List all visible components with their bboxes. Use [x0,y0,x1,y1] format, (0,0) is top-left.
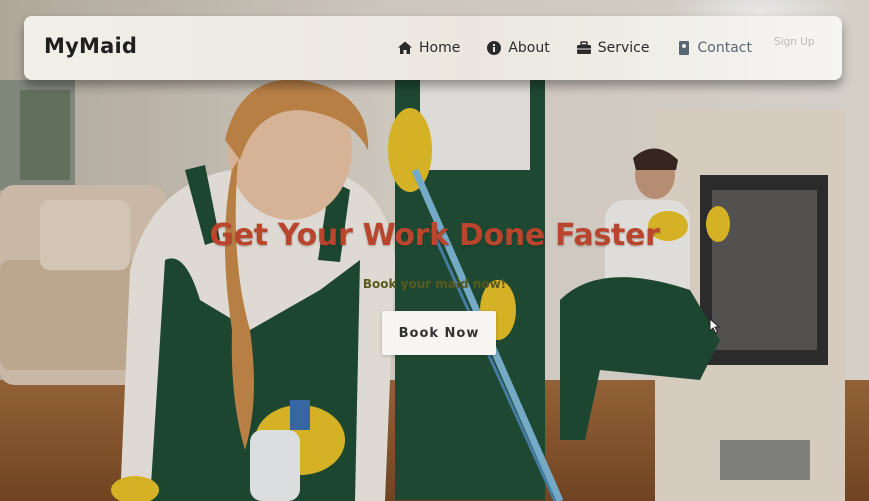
info-icon [486,40,502,56]
hero-subtitle: Book your maid now! [362,277,507,291]
hero-title: Get Your Work Done Faster [209,218,660,253]
brand-logo[interactable]: MyMaid [44,34,137,58]
mouse-pointer-icon [709,317,721,338]
navbar: MyMaid Home About Service Contact Sign U… [24,16,842,80]
nav-service[interactable]: Service [576,40,650,56]
home-icon [397,40,413,56]
nav-about-label: About [508,40,550,56]
nav-service-label: Service [597,40,650,56]
book-now-button[interactable]: Book Now [382,311,496,355]
nav-contact[interactable]: Contact [676,40,752,56]
nav-links: Home About Service Contact [397,16,778,80]
nav-home-label: Home [419,40,461,56]
briefcase-icon [576,40,592,56]
signup-link[interactable]: Sign Up [774,36,815,48]
nav-about[interactable]: About [486,40,550,56]
contact-card-icon [676,40,692,56]
nav-contact-label: Contact [697,40,752,56]
nav-home[interactable]: Home [397,40,460,56]
